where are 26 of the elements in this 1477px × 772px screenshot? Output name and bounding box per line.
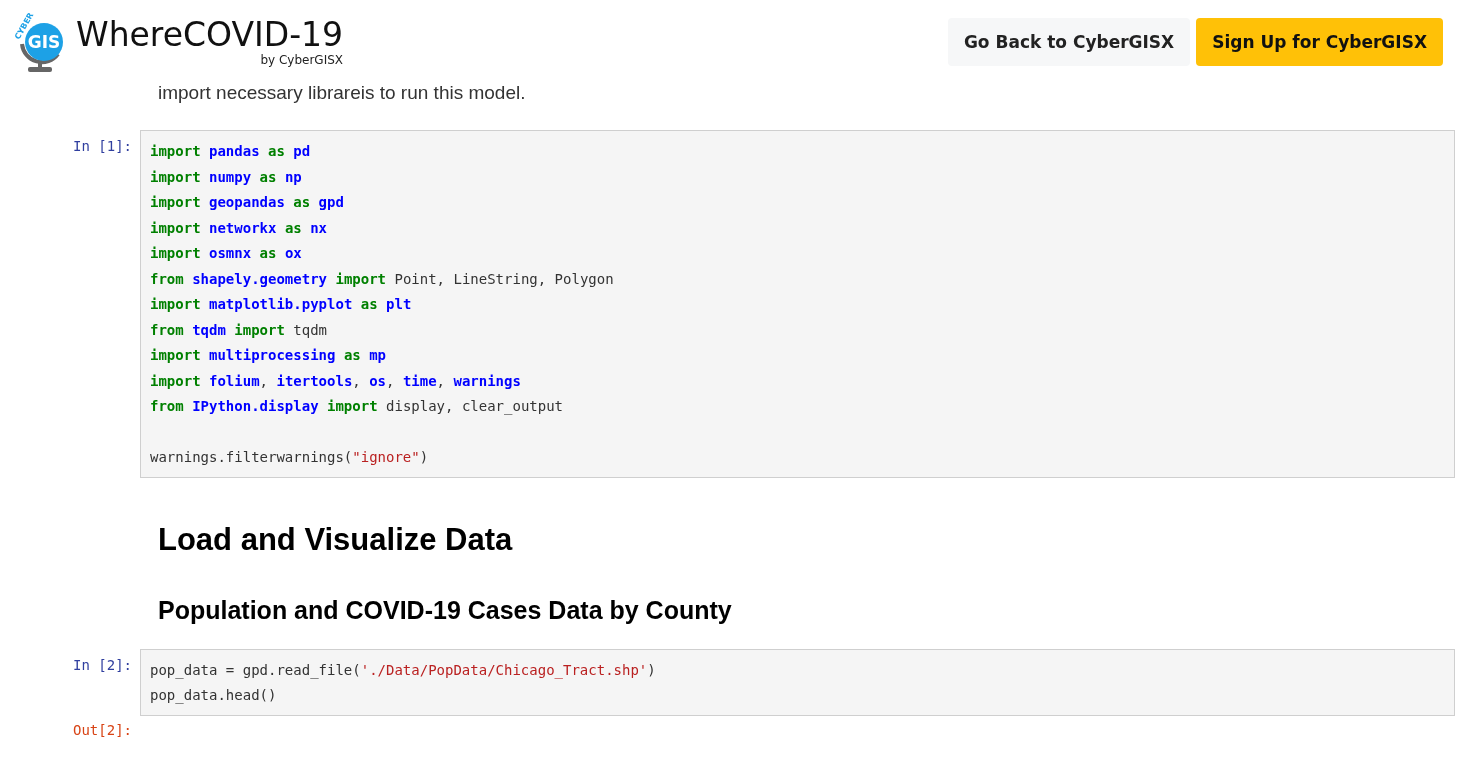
code-cell[interactable]: pop_data = gpd.read_file('./Data/PopData/Chicago_Tract.shp') pop_data.head() <box>140 648 1455 716</box>
code-line: import folium, itertools, os, time, warnings <box>150 371 522 391</box>
section-heading: Load and Visualize Data <box>158 521 514 558</box>
subsection-heading: Population and COVID-19 Cases Data by County <box>158 595 733 625</box>
output-prompt: Out[2]: <box>72 721 133 738</box>
sign-up-button[interactable]: Sign Up for CyberGISX <box>1196 18 1443 66</box>
code-line: warnings.filterwarnings("ignore") <box>150 448 430 467</box>
input-prompt: In [1]: <box>72 137 133 154</box>
code-line: from shapely.geometry import Point, LineString, Polygon <box>150 269 615 289</box>
code-cell[interactable] <box>140 130 1455 478</box>
code-line: import geopandas as gpd <box>150 193 345 212</box>
code-line: pop_data.head() <box>150 686 278 706</box>
code-line: import osmnx as ox <box>150 244 303 263</box>
input-prompt: In [2]: <box>72 655 133 673</box>
code-line: import matplotlib.pyplot as plt <box>150 295 413 314</box>
code-line: pop_data = gpd.read_file('./Data/PopData/Chicago_Tract.shp') <box>150 660 657 681</box>
code-line: from IPython.display import display, clear_output <box>150 397 565 417</box>
code-line: import networkx as nx <box>150 218 329 238</box>
site-subtitle: by CyberGISX <box>260 52 344 67</box>
code-line: import pandas as pd <box>150 142 312 161</box>
site-title: WhereCOVID-19 <box>76 17 344 51</box>
paragraph-text: import necessary librareis to run this model. <box>158 82 527 104</box>
code-line: import numpy as np <box>150 167 303 187</box>
code-line: import multiprocessing as mp <box>150 346 388 365</box>
back-button[interactable]: Go Back to CyberGISX <box>947 18 1191 66</box>
code-line: from tqdm import tqdm <box>150 320 329 340</box>
